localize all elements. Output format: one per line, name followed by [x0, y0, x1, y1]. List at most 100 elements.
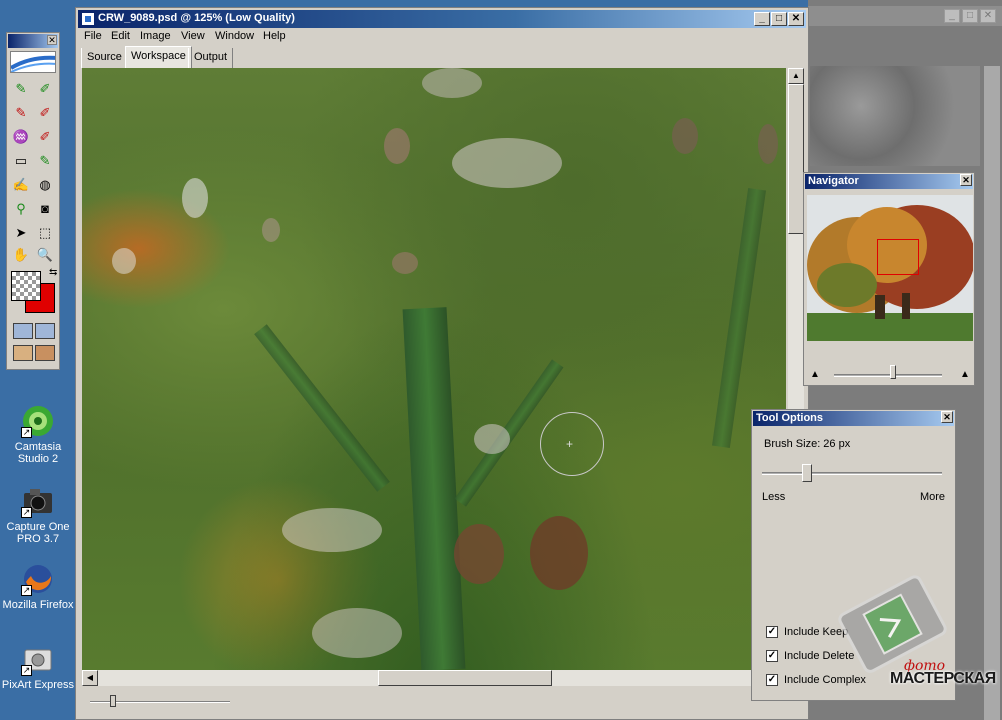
vertical-scroll-thumb[interactable] — [788, 84, 804, 234]
fill-icon[interactable]: ♒ — [11, 127, 31, 147]
close-button[interactable]: ✕ — [788, 12, 804, 26]
menu-edit[interactable]: Edit — [111, 30, 130, 42]
window-title: CRW_9089.psd @ 125% (Low Quality) — [98, 12, 295, 24]
masked-area — [474, 424, 510, 454]
horizontal-scroll-thumb[interactable] — [378, 670, 552, 686]
hand-icon[interactable]: ✋ — [11, 245, 31, 265]
tab-source[interactable]: Source — [81, 48, 128, 68]
masked-area — [112, 248, 136, 274]
brush-size-track — [762, 472, 942, 475]
less-label: Less — [762, 491, 786, 503]
pointer-icon[interactable]: ➤ — [11, 223, 31, 243]
navigator-panel: Navigator ✕ ▲ ▲ — [803, 172, 975, 386]
edge-pen-icon[interactable]: ✎ — [35, 151, 55, 171]
desktop-icon-capture-one[interactable]: ↗ Capture One PRO 3.7 — [0, 484, 76, 545]
tool-options-title-text: Tool Options — [756, 412, 824, 424]
desktop-icon-camtasia[interactable]: ↗ Camtasia Studio 2 — [0, 404, 76, 465]
camera-icon: ↗ — [21, 642, 55, 676]
navigator-close-button[interactable]: ✕ — [960, 174, 972, 186]
app-window: CRW_9089.psd @ 125% (Low Quality) _ □ ✕ … — [75, 7, 809, 720]
menu-help[interactable]: Help — [263, 30, 286, 42]
eyedropper-icon[interactable]: ⚲ — [11, 199, 31, 219]
include-delete-checkbox[interactable]: ✓ — [766, 650, 778, 663]
maximize-button[interactable]: □ — [771, 12, 787, 26]
close-icon[interactable]: ✕ — [47, 35, 57, 45]
minimize-icon[interactable]: _ — [944, 9, 960, 23]
background-window-image — [810, 66, 980, 166]
zoom-in-icon[interactable]: ▲ — [960, 369, 970, 380]
include-complex-checkbox[interactable]: ✓ — [766, 674, 778, 687]
masked-area — [392, 252, 418, 274]
masked-area — [452, 138, 562, 188]
tab-workspace[interactable]: Workspace — [125, 46, 192, 68]
keep-highlighter-icon[interactable]: ✎ — [11, 79, 31, 99]
desktop-icon-label: Camtasia Studio 2 — [14, 441, 62, 465]
scroll-up-icon[interactable]: ▲ — [788, 68, 804, 84]
view-tabs: Source Workspace Output — [78, 46, 806, 68]
tool-options-close-button[interactable]: ✕ — [941, 411, 953, 423]
minimize-button[interactable]: _ — [754, 12, 770, 26]
menu-image[interactable]: Image — [140, 30, 171, 42]
window-titlebar[interactable]: CRW_9089.psd @ 125% (Low Quality) _ □ ✕ — [78, 10, 806, 28]
zoom-icon[interactable]: 🔍 — [35, 245, 55, 265]
desktop-icon-label: Mozilla Firefox — [2, 599, 74, 611]
masked-area — [672, 118, 698, 154]
view-mode-icon[interactable] — [13, 323, 33, 339]
brush-size-slider[interactable] — [802, 464, 813, 482]
desktop-icon-firefox[interactable]: ↗ Mozilla Firefox — [0, 562, 76, 611]
keep-pen-icon[interactable]: ✐ — [35, 79, 55, 99]
swap-colors-icon[interactable]: ⇆ — [49, 267, 57, 278]
navigator-zoom-thumb[interactable] — [890, 365, 897, 379]
marquee-icon[interactable]: ⬚ — [35, 223, 55, 243]
desktop-icon-label: Capture One PRO 3.7 — [6, 521, 70, 545]
camtasia-icon: ↗ — [21, 404, 55, 438]
menu-bar: File Edit Image View Window Help — [78, 28, 806, 46]
tool-palette: ✕ ✎ ✐ ✎ ✐ ♒ ✐ ▭ ✎ ✍ ◍ ⚲ ◙ ➤ ⬚ ✋ 🔍 ⇆ — [6, 32, 60, 370]
maximize-icon[interactable]: □ — [962, 9, 978, 23]
smudge-icon[interactable]: ✍ — [11, 175, 31, 195]
firefox-icon: ↗ — [21, 562, 55, 596]
show-extracted-icon[interactable] — [35, 345, 55, 361]
brush-preview — [10, 51, 56, 73]
more-label: More — [919, 491, 945, 503]
masked-area — [182, 178, 208, 218]
camera-icon[interactable]: ◙ — [35, 199, 55, 219]
foreground-color-swatch[interactable] — [11, 271, 41, 301]
tab-output[interactable]: Output — [188, 48, 234, 68]
preview-mode-icon[interactable] — [35, 323, 55, 339]
masked-area — [384, 128, 410, 164]
menu-window[interactable]: Window — [215, 30, 254, 42]
show-original-icon[interactable] — [13, 345, 33, 361]
horizontal-scrollbar[interactable]: ◀ — [82, 670, 752, 686]
navigator-thumbnail[interactable] — [807, 195, 973, 341]
camera-icon: ↗ — [21, 484, 55, 518]
masked-area — [262, 218, 280, 242]
zoom-out-icon[interactable]: ▲ — [810, 369, 820, 380]
brush-size-label: Brush Size: 26 px — [764, 438, 851, 450]
zoom-slider[interactable] — [82, 692, 382, 712]
desktop-icon-pixart[interactable]: ↗ PixArt Express — [0, 642, 76, 691]
tree-trunk — [402, 307, 466, 670]
tool-options-title[interactable]: Tool Options — [753, 411, 954, 426]
delete-pen-icon[interactable]: ✐ — [35, 103, 55, 123]
navigator-zoom-track — [834, 374, 942, 377]
menu-file[interactable]: File — [84, 30, 102, 42]
close-icon[interactable]: ✕ — [980, 9, 996, 23]
include-keep-checkbox[interactable]: ✓ — [766, 626, 778, 639]
complex-pen-icon[interactable]: ✐ — [35, 127, 55, 147]
scroll-left-icon[interactable]: ◀ — [82, 670, 98, 686]
masked-area — [422, 68, 482, 98]
tree-branch — [254, 324, 390, 492]
navigator-title[interactable]: Navigator — [805, 174, 973, 189]
crosshair-icon: + — [566, 437, 574, 451]
watermark-line2: МАСТЕРСКАЯ — [890, 670, 996, 687]
eraser-icon[interactable]: ▭ — [11, 151, 31, 171]
menu-view[interactable]: View — [181, 30, 205, 42]
navigator-view-box[interactable] — [877, 239, 919, 275]
delete-highlighter-icon[interactable]: ✎ — [11, 103, 31, 123]
masked-area — [758, 124, 778, 164]
image-canvas[interactable]: + — [82, 68, 786, 670]
navigator-title-text: Navigator — [808, 175, 859, 187]
blur-icon[interactable]: ◍ — [35, 175, 55, 195]
zoom-thumb[interactable] — [110, 695, 116, 707]
